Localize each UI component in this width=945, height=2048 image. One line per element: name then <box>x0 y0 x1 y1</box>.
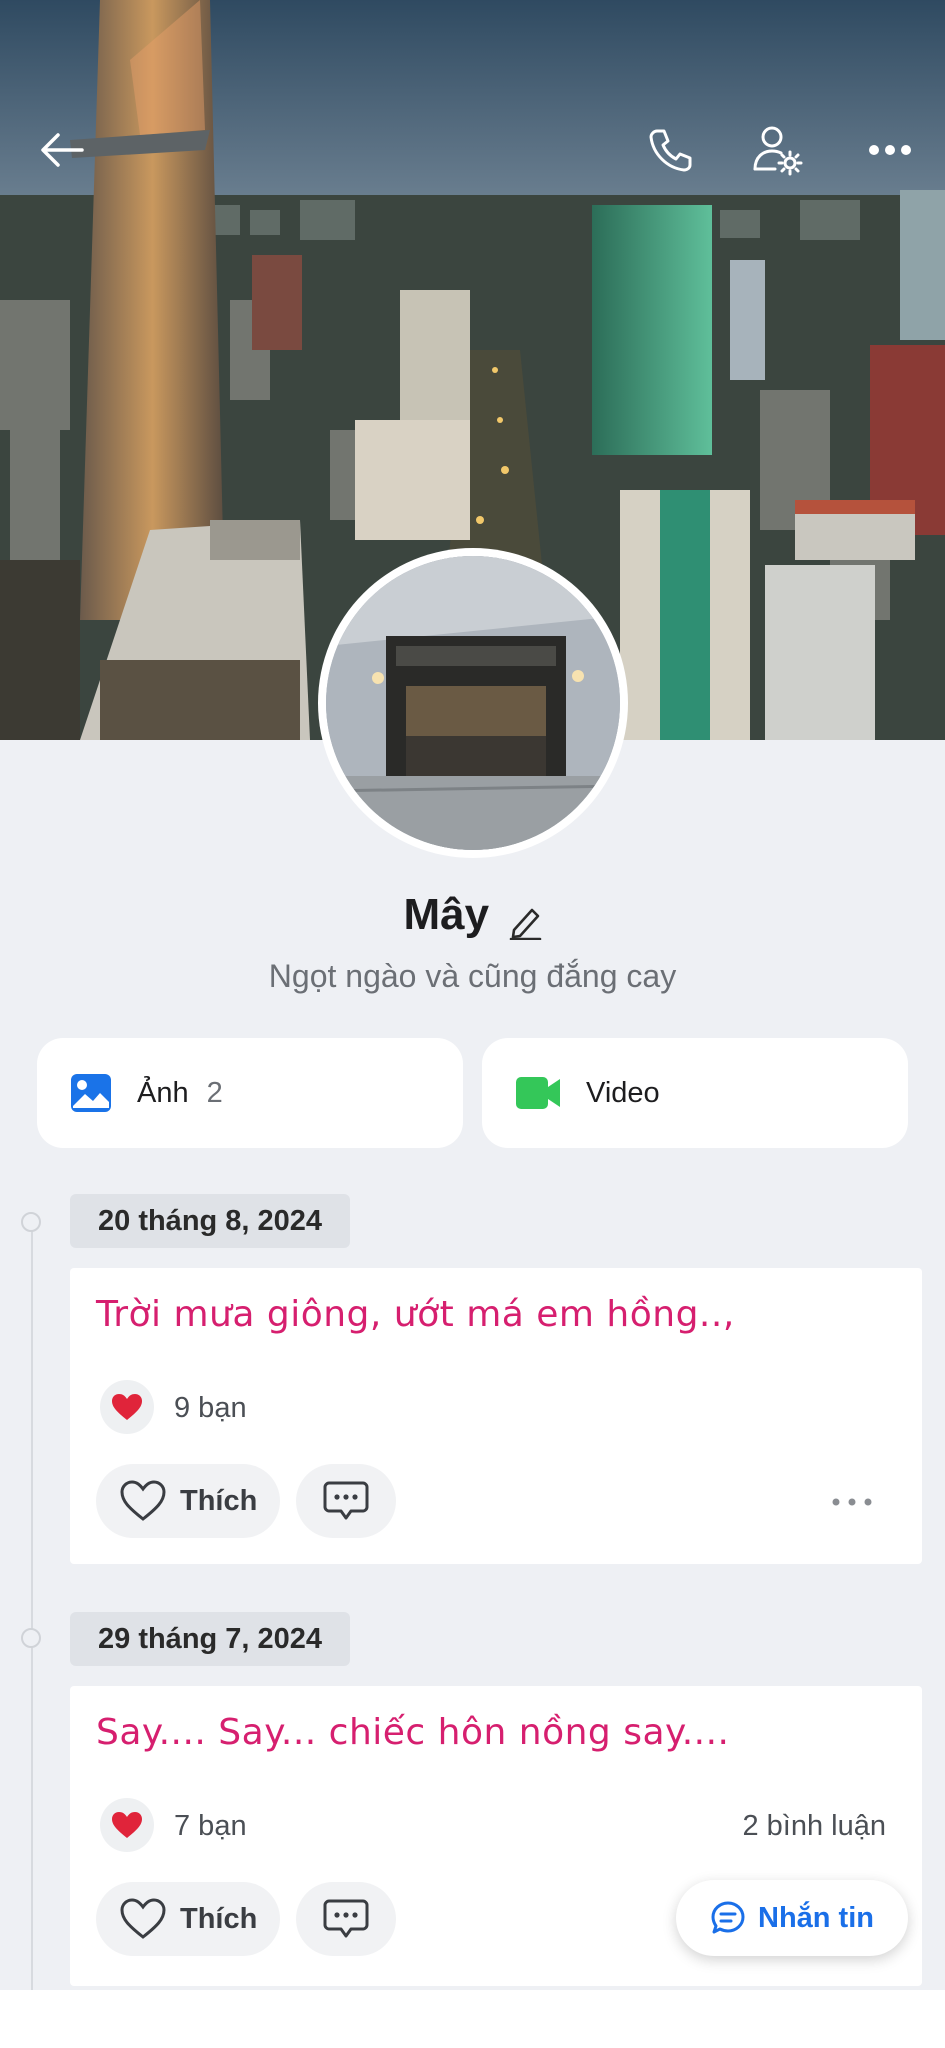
like-button[interactable]: Thích <box>96 1464 280 1538</box>
comment-count[interactable]: 2 bình luận <box>742 1810 886 1843</box>
more-icon <box>869 145 911 155</box>
comment-button[interactable] <box>296 1464 396 1538</box>
timeline-line <box>31 1222 33 2022</box>
bottom-area <box>0 1990 945 2048</box>
like-button[interactable]: Thích <box>96 1882 280 1956</box>
like-label: Thích <box>180 1484 258 1517</box>
heart-outline-icon <box>120 1480 166 1521</box>
avatar-image <box>326 556 620 850</box>
photos-label: Ảnh <box>137 1076 189 1109</box>
post-text: Say.... Say... chiếc hôn nồng say.... <box>96 1712 730 1753</box>
post-text: Trời mưa giông, ướt má em hồng.., <box>96 1294 735 1335</box>
reaction-bubble[interactable] <box>100 1380 154 1434</box>
heart-icon <box>112 1812 142 1838</box>
back-arrow-icon <box>41 133 84 167</box>
pencil-icon <box>509 908 541 941</box>
heart-outline-icon <box>120 1898 166 1939</box>
timeline-dot <box>21 1212 41 1232</box>
post-date: 29 tháng 7, 2024 <box>70 1612 351 1666</box>
reaction-bubble[interactable] <box>100 1798 154 1852</box>
like-label: Thích <box>180 1902 258 1935</box>
phone-icon <box>649 129 692 172</box>
more-icon <box>832 1498 872 1506</box>
more-options-button[interactable] <box>850 110 930 190</box>
profile-status: Ngọt ngào và cũng đắng cay <box>268 958 677 994</box>
post-date: 20 tháng 8, 2024 <box>70 1194 351 1248</box>
videos-tile[interactable]: Video <box>482 1038 908 1148</box>
photo-icon <box>71 1074 111 1112</box>
call-button[interactable] <box>630 110 710 190</box>
photos-tile[interactable]: Ảnh 2 <box>37 1038 463 1148</box>
heart-icon <box>112 1394 142 1420</box>
avatar[interactable] <box>318 548 628 858</box>
post-card: Trời mưa giông, ướt má em hồng.., 9 bạn … <box>70 1268 922 1564</box>
edit-name-button[interactable] <box>508 904 542 945</box>
reaction-count[interactable]: 7 bạn <box>174 1810 247 1843</box>
videos-label: Video <box>586 1076 660 1109</box>
comment-icon <box>323 1899 369 1938</box>
post-more-button[interactable] <box>822 1482 882 1522</box>
profile-name-row: Mây <box>0 890 945 945</box>
comment-button[interactable] <box>296 1882 396 1956</box>
chat-bubble-icon <box>711 1901 745 1934</box>
send-message-button[interactable]: Nhắn tin <box>676 1880 908 1956</box>
profile-name: Mây <box>403 890 490 939</box>
user-settings-icon <box>753 126 803 176</box>
photos-count: 2 <box>206 1076 223 1109</box>
back-button[interactable] <box>22 110 102 190</box>
comment-icon <box>323 1481 369 1520</box>
send-message-label: Nhắn tin <box>758 1901 874 1934</box>
video-camera-icon <box>516 1077 560 1109</box>
timeline-dot <box>21 1628 41 1648</box>
reaction-count[interactable]: 9 bạn <box>174 1392 247 1425</box>
profile-settings-button[interactable] <box>738 110 818 190</box>
